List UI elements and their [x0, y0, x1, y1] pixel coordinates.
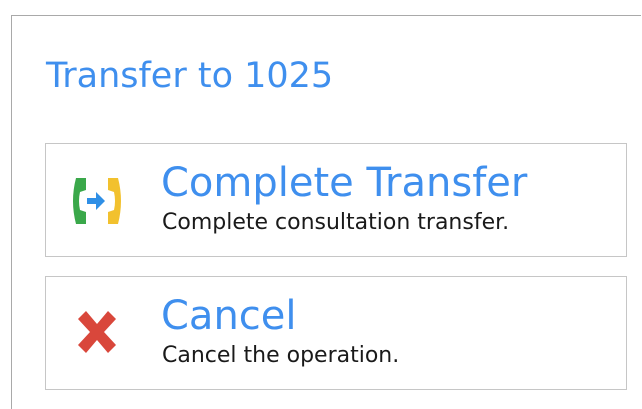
- dialog-title: Transfer to 1025: [46, 56, 334, 96]
- cancel-label: Cancel: [161, 293, 297, 339]
- complete-transfer-button[interactable]: Complete Transfer Complete consultation …: [45, 143, 627, 257]
- complete-transfer-label: Complete Transfer: [161, 160, 528, 206]
- cancel-button[interactable]: Cancel Cancel the operation.: [45, 276, 627, 390]
- complete-transfer-description: Complete consultation transfer.: [162, 210, 510, 235]
- cancel-x-icon: [68, 305, 126, 363]
- transfer-dialog: Transfer to 1025 Complete Transfer Compl…: [11, 15, 641, 409]
- cancel-description: Cancel the operation.: [162, 343, 400, 368]
- complete-transfer-icon: [68, 172, 126, 230]
